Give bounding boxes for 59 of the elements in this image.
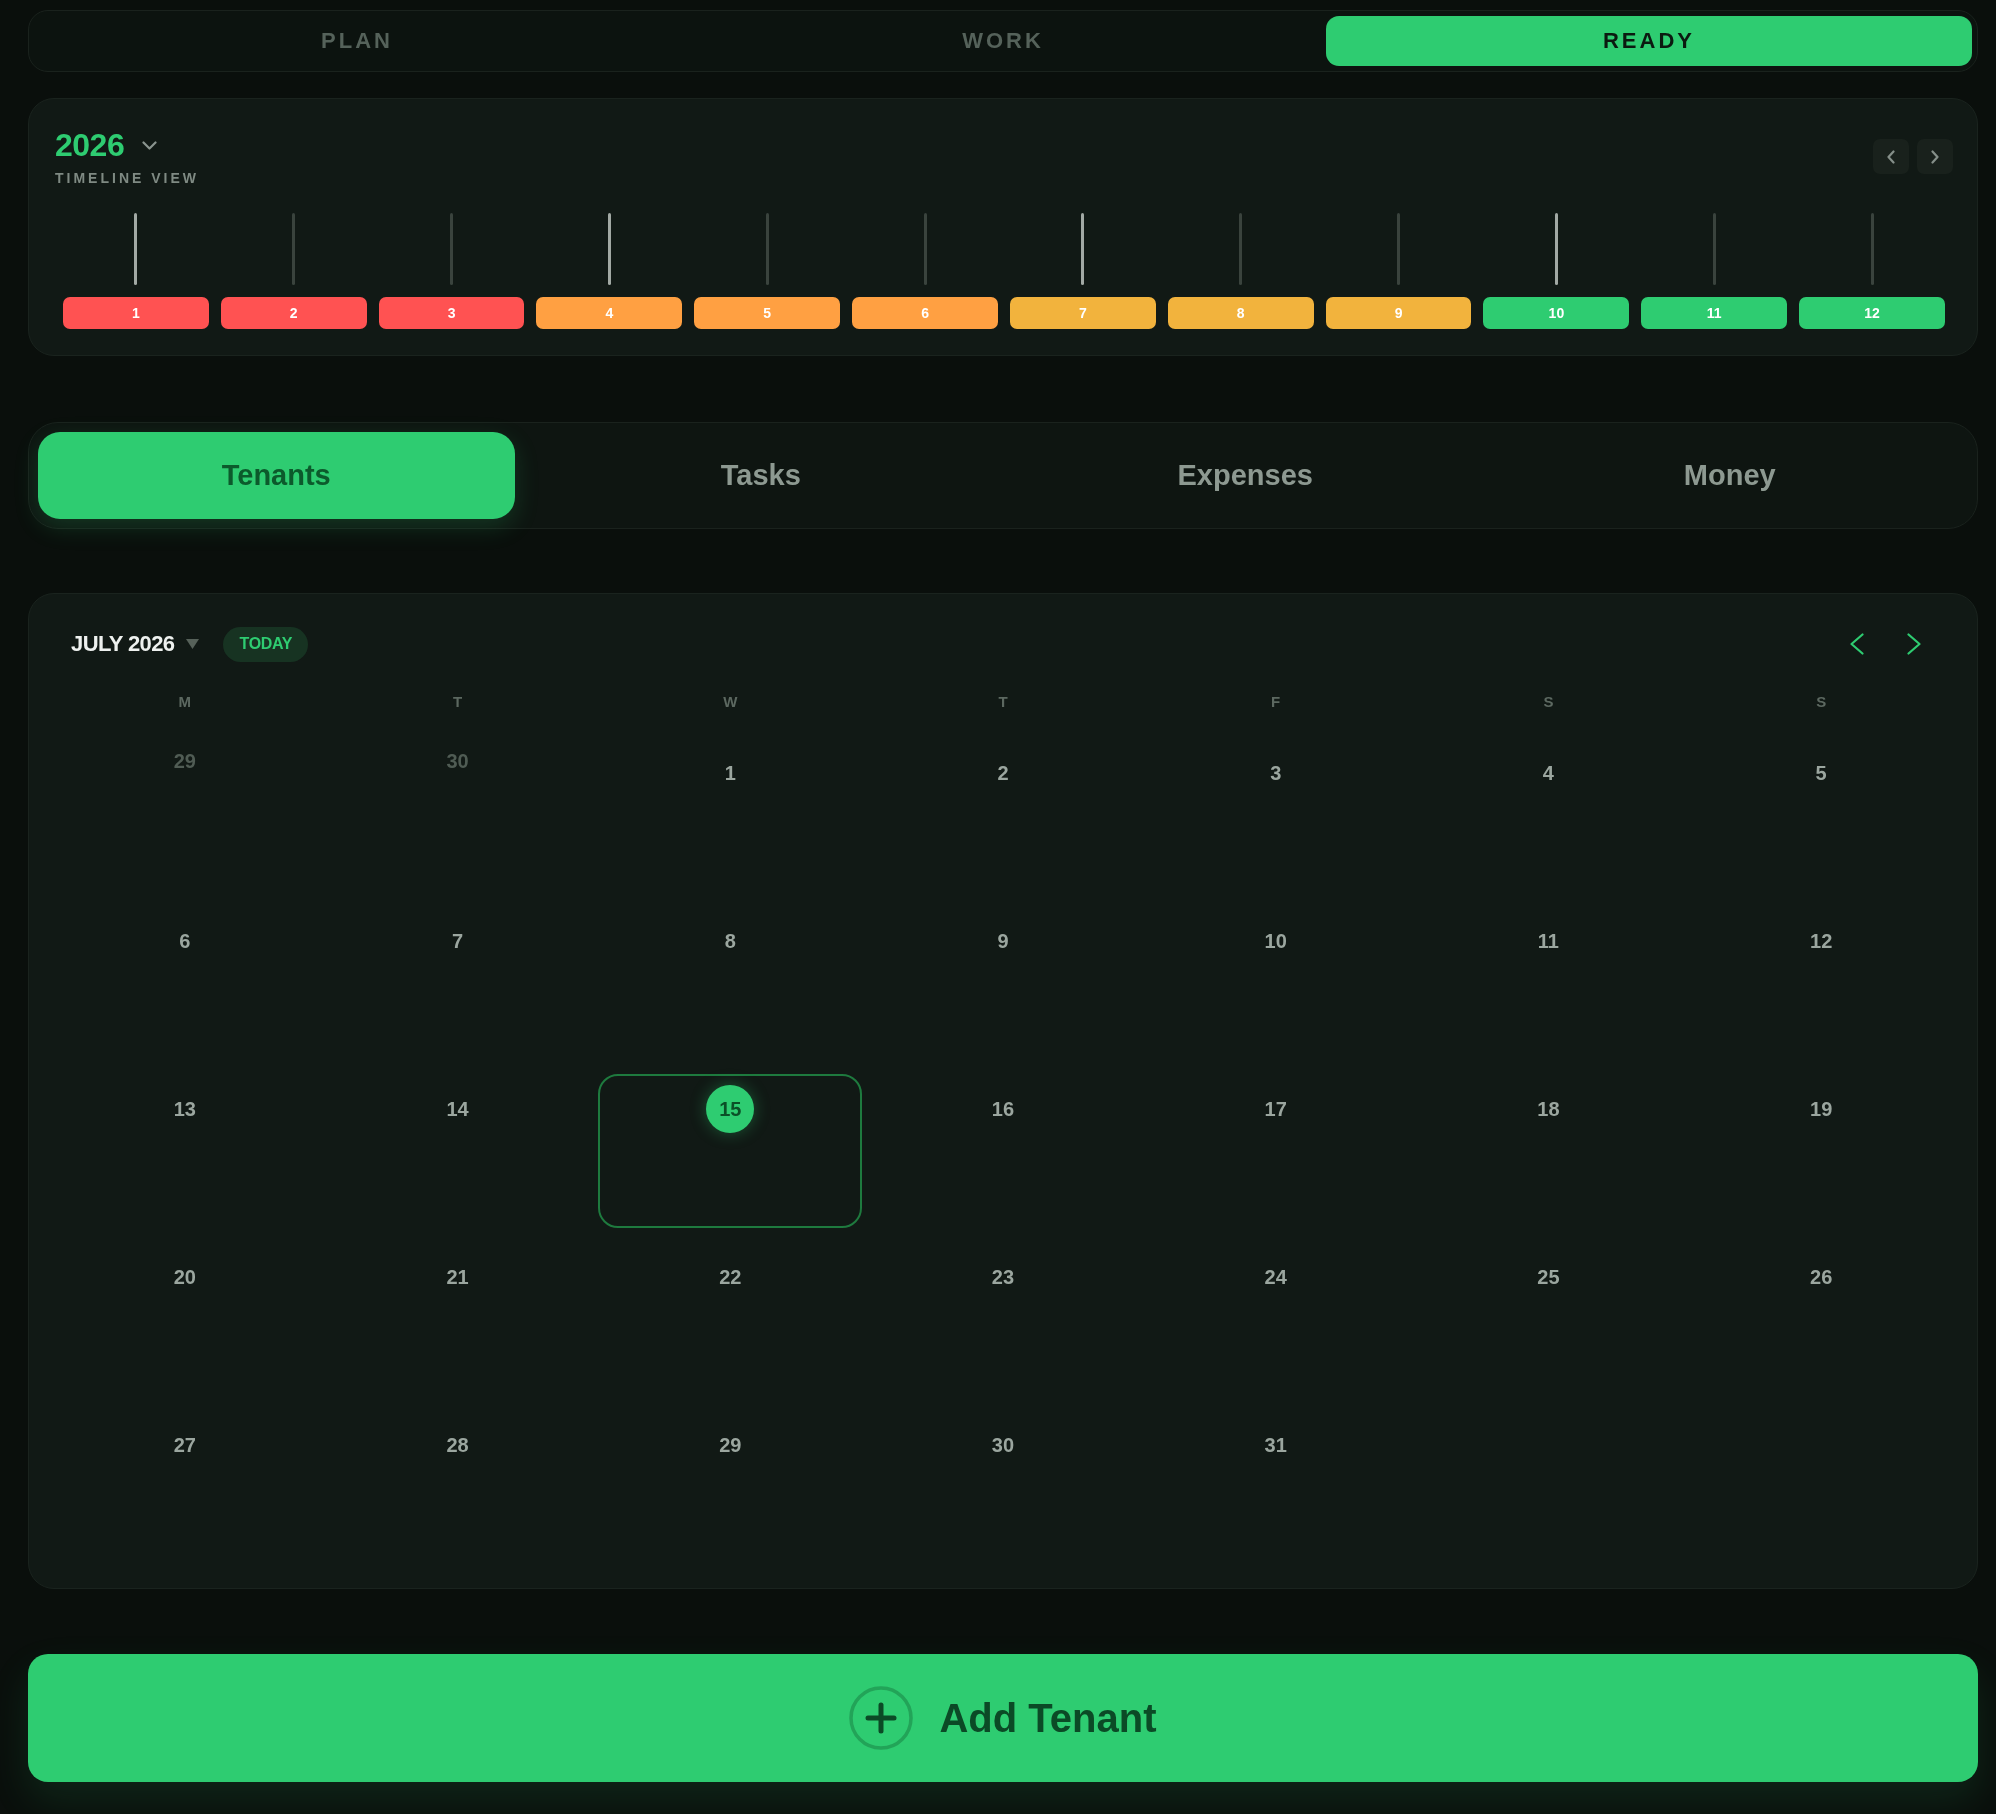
caret-down-icon <box>186 639 200 649</box>
day-number[interactable]: 18 <box>1537 1097 1560 1121</box>
next-month-button[interactable] <box>1907 633 1921 655</box>
day-number[interactable]: 7 <box>452 929 464 953</box>
weekday-label: F <box>1271 692 1281 712</box>
month-dropdown[interactable]: JULY 2026 <box>71 631 200 657</box>
day-number[interactable]: 22 <box>719 1265 742 1289</box>
day-number[interactable]: 20 <box>173 1265 196 1289</box>
phase-tab[interactable]: READY <box>1326 16 1972 66</box>
day-number[interactable]: 28 <box>446 1433 469 1457</box>
day-number[interactable]: 30 <box>991 1433 1015 1457</box>
section-tab[interactable]: Tenants <box>38 432 515 519</box>
weekday-label: M <box>178 692 192 712</box>
day-number[interactable]: 25 <box>1537 1265 1560 1289</box>
day-number[interactable]: 5 <box>1815 761 1827 785</box>
day-number[interactable]: 3 <box>1270 761 1282 785</box>
chevron-right-icon <box>1931 149 1939 164</box>
weekday-label: T <box>998 692 1008 712</box>
weekday-label: S <box>1816 692 1827 712</box>
chevron-down-icon <box>142 140 158 150</box>
day-number[interactable]: 15 <box>706 1085 755 1133</box>
weekday-label: T <box>452 692 463 712</box>
add-tenant-button[interactable]: Add Tenant <box>28 1654 1978 1782</box>
day-number[interactable]: 17 <box>1264 1097 1287 1121</box>
day-number[interactable]: 2 <box>997 761 1009 785</box>
day-number[interactable]: 6 <box>179 929 191 953</box>
year-dropdown[interactable]: 2026 <box>55 127 158 163</box>
day-number[interactable]: 19 <box>1810 1097 1833 1121</box>
day-number[interactable]: 29 <box>719 1433 742 1457</box>
timeline-subtitle: TIMELINE VIEW <box>55 169 199 187</box>
section-tab[interactable]: Tasks <box>522 432 999 519</box>
day-number[interactable]: 26 <box>1810 1265 1833 1289</box>
day-number[interactable]: 27 <box>173 1433 196 1457</box>
day-number[interactable]: 24 <box>1264 1265 1287 1289</box>
section-tab[interactable]: Expenses <box>1007 432 1484 519</box>
day-number[interactable]: 4 <box>1542 761 1554 785</box>
day-number[interactable]: 23 <box>991 1265 1015 1289</box>
day-number[interactable]: 9 <box>997 929 1009 953</box>
today-button[interactable]: TODAY <box>223 626 309 662</box>
day-number[interactable]: 12 <box>1810 929 1833 953</box>
day-number[interactable]: 10 <box>1264 929 1287 953</box>
day-number[interactable]: 8 <box>724 929 736 953</box>
day-number[interactable]: 21 <box>446 1265 469 1289</box>
previous-button[interactable] <box>1873 139 1909 174</box>
day-number[interactable]: 13 <box>173 1097 196 1121</box>
next-button[interactable] <box>1917 139 1953 174</box>
day-number[interactable]: 11 <box>1537 929 1559 953</box>
day-number[interactable]: 16 <box>991 1097 1015 1121</box>
previous-month-button[interactable] <box>1850 633 1864 655</box>
weekday-label: W <box>723 692 738 712</box>
day-number[interactable]: 31 <box>1264 1433 1287 1457</box>
chevron-left-icon <box>1850 633 1864 655</box>
chevron-right-icon <box>1907 633 1921 655</box>
section-tab[interactable]: Money <box>1491 432 1968 519</box>
day-number[interactable]: 14 <box>446 1097 469 1121</box>
plus-circle-icon <box>849 1686 914 1750</box>
day-number[interactable]: 1 <box>724 761 736 785</box>
chevron-left-icon <box>1887 149 1895 164</box>
weekday-label: S <box>1543 692 1554 712</box>
